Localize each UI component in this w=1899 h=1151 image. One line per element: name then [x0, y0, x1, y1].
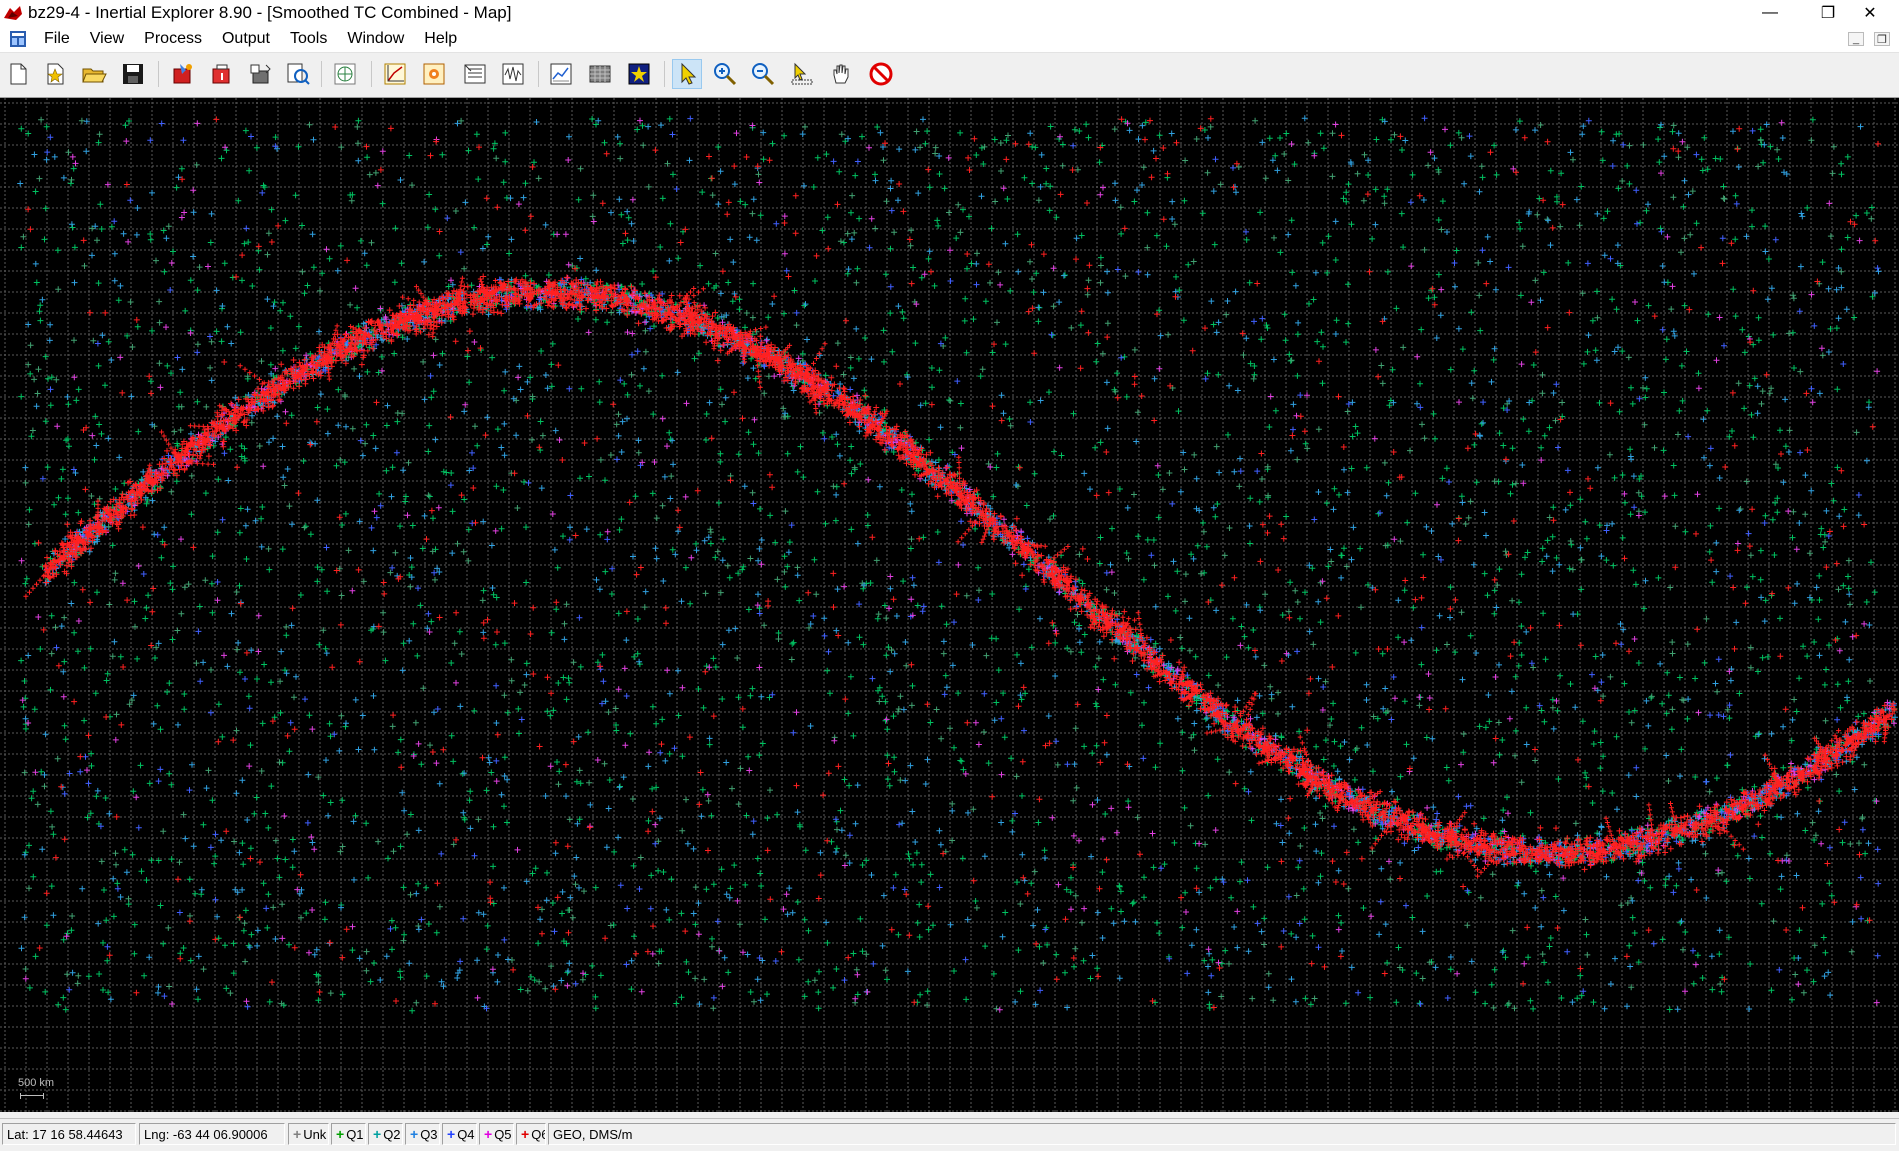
zoom-in-icon[interactable]	[710, 59, 740, 89]
process-tc-icon[interactable]	[207, 59, 237, 89]
legend-marker: +	[410, 1126, 419, 1142]
map-view[interactable]: 500 km	[0, 98, 1899, 1112]
stop-icon[interactable]	[866, 59, 896, 89]
menu-bar: File View Process Output Tools Window He…	[0, 26, 1899, 53]
status-bar: Lat: 17 16 58.44643 Lng: -63 44 06.90006…	[0, 1118, 1899, 1151]
combine-icon[interactable]	[246, 59, 276, 89]
satellite-icon[interactable]	[330, 59, 360, 89]
legend-marker: +	[521, 1126, 530, 1142]
latitude-readout: Lat: 17 16 58.44643	[2, 1123, 136, 1145]
menu-view[interactable]: View	[80, 26, 134, 52]
view-data-icon[interactable]	[283, 59, 313, 89]
legend-unk: + Unk	[288, 1123, 329, 1145]
toolbar-separator	[664, 61, 665, 87]
toolbar-separator	[538, 61, 539, 87]
mdi-restore-button[interactable]: ❐	[1874, 32, 1890, 46]
toolbar-separator	[371, 61, 372, 87]
menu-tools[interactable]: Tools	[280, 26, 337, 52]
new-project-wizard-icon[interactable]	[40, 59, 70, 89]
save-icon[interactable]	[118, 59, 148, 89]
open-icon[interactable]	[79, 59, 109, 89]
menu-help[interactable]: Help	[414, 26, 467, 52]
legend-q5: + Q5	[479, 1123, 514, 1145]
waveform-icon[interactable]	[498, 59, 528, 89]
menu-process[interactable]: Process	[134, 26, 212, 52]
longitude-readout: Lng: -63 44 06.90006	[139, 1123, 285, 1145]
minimize-button[interactable]: —	[1741, 0, 1799, 26]
pointer-icon[interactable]	[672, 59, 702, 89]
legend-marker: +	[373, 1126, 382, 1142]
mdi-minimize-button[interactable]: _	[1848, 32, 1864, 46]
toolbar-separator	[321, 61, 322, 87]
title-bar: bz29-4 - Inertial Explorer 8.90 - [Smoot…	[0, 0, 1899, 26]
trajectory-map[interactable]	[0, 98, 1899, 1112]
legend-q1: + Q1	[331, 1123, 366, 1145]
menu-output[interactable]: Output	[212, 26, 280, 52]
toolbar	[0, 53, 1899, 98]
new-icon[interactable]	[3, 59, 33, 89]
menu-file[interactable]: File	[34, 26, 80, 52]
document-icon[interactable]	[8, 29, 28, 49]
legend-marker: +	[484, 1126, 493, 1142]
legend-q3: + Q3	[405, 1123, 440, 1145]
plot-icon[interactable]	[380, 59, 410, 89]
legend-marker: +	[293, 1126, 302, 1142]
list-icon[interactable]	[460, 59, 490, 89]
legend-q6: +Q6	[516, 1123, 546, 1145]
menu-window[interactable]: Window	[337, 26, 414, 52]
app-logo-icon	[4, 6, 22, 20]
graph-icon[interactable]	[546, 59, 576, 89]
grid-icon[interactable]	[585, 59, 615, 89]
map-settings-icon[interactable]	[419, 59, 449, 89]
legend-marker: +	[447, 1126, 456, 1142]
legend-q4: + Q4	[442, 1123, 477, 1145]
scale-label: 500 km	[18, 1077, 55, 1089]
close-button[interactable]: ✕	[1841, 0, 1899, 26]
zoom-out-icon[interactable]	[748, 59, 778, 89]
quality-2-points	[20, 116, 1875, 1012]
coordinate-system: GEO, DMS/m	[548, 1123, 1896, 1145]
window-title: bz29-4 - Inertial Explorer 8.90 - [Smoot…	[28, 3, 512, 22]
zoom-window-icon[interactable]	[787, 59, 817, 89]
scale-bar	[20, 1093, 44, 1099]
process-gnss-icon[interactable]	[168, 59, 198, 89]
pan-hand-icon[interactable]	[826, 59, 856, 89]
toolbar-separator	[158, 61, 159, 87]
legend-q2: + Q2	[368, 1123, 403, 1145]
legend-marker: +	[336, 1126, 345, 1142]
star-map-icon[interactable]	[624, 59, 654, 89]
